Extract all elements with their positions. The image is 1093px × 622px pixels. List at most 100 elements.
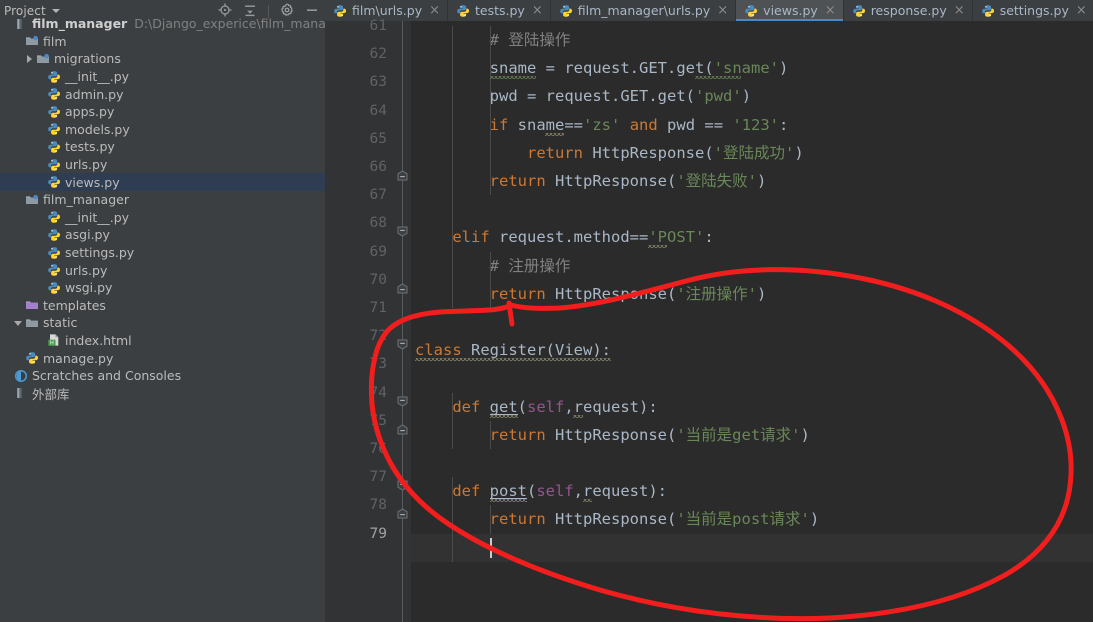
fold-start-icon[interactable] (397, 339, 408, 350)
fold-end-icon[interactable] (397, 283, 408, 294)
tree-twisty-placeholder (13, 300, 24, 311)
editor-tab-views-py[interactable]: views.py × (736, 0, 844, 21)
tree-twisty-placeholder (13, 194, 24, 205)
tree-item-views-py[interactable]: views.py (0, 173, 325, 191)
tree-item-label: settings.py (65, 245, 135, 261)
tree-item-asgi-py[interactable]: asgi.py (0, 226, 325, 244)
python-file-icon (47, 228, 61, 242)
tree-item-label: urls.py (65, 262, 108, 278)
editor-tab-film_manager-urls-py[interactable]: film_manager\urls.py × (551, 0, 737, 21)
tree-item-film[interactable]: film (0, 33, 325, 51)
tree-item-models-py[interactable]: models.py (0, 121, 325, 139)
python-file-icon (47, 140, 61, 154)
inspection-squiggle (573, 414, 583, 418)
tree-item-label: 外部库 (32, 386, 70, 402)
editor-tab-label: views.py (763, 3, 818, 18)
python-file-icon (47, 122, 61, 136)
tree-item-urls-py[interactable]: urls.py (0, 156, 325, 174)
close-icon[interactable]: × (825, 4, 836, 17)
line-number: 62 (369, 46, 387, 63)
tree-item---init---py[interactable]: __init__.py (0, 68, 325, 86)
fold-start-icon[interactable] (397, 226, 408, 237)
inspection-squiggle (582, 499, 593, 503)
code-content[interactable]: # 登陆操作 sname = request.GET.get('sname') … (411, 21, 1093, 622)
tree-item---init---py[interactable]: __init__.py (0, 209, 325, 227)
tree-item-migrations[interactable]: migrations (0, 50, 325, 68)
tree-item-label: templates (43, 297, 106, 313)
tree-item-urls-py[interactable]: urls.py (0, 261, 325, 279)
python-file-icon (25, 351, 39, 365)
python-file-icon (47, 210, 61, 224)
chevron-right-icon[interactable] (24, 53, 35, 64)
code-line[interactable]: pwd = request.GET.get('pwd') (415, 82, 751, 110)
module-icon (14, 17, 28, 31)
editor-gutter[interactable]: 61 62 63 64 65 66 67 68 69 70 71 72 73 74 75 76 77 78 79 (325, 18, 411, 622)
line-number: 75 (369, 412, 387, 429)
tree-twisty-placeholder (35, 229, 46, 240)
code-line[interactable]: if sname=='zs' and pwd == '123': (415, 111, 789, 139)
fold-start-icon[interactable] (397, 396, 408, 407)
tree-item-manage-py[interactable]: manage.py (0, 349, 325, 367)
tree-item-label: views.py (65, 174, 120, 190)
tree-item-label: admin.py (65, 86, 124, 102)
tree-item-label: asgi.py (65, 227, 110, 243)
close-icon[interactable]: × (1076, 4, 1087, 17)
tree-item-settings-py[interactable]: settings.py (0, 244, 325, 262)
tree-item-film-manager[interactable]: film_manager D:\Django_experice\film_mana… (0, 15, 325, 33)
tree-item-外部库[interactable]: 外部库 (0, 384, 325, 402)
code-line[interactable]: return HttpResponse('注册操作') (415, 280, 767, 308)
tree-twisty-placeholder (13, 36, 24, 47)
code-line[interactable]: # 注册操作 (415, 252, 571, 280)
fold-end-icon[interactable] (397, 170, 408, 181)
fold-start-icon[interactable] (397, 480, 408, 491)
indent-guide (489, 26, 491, 196)
inspection-squiggle (648, 245, 667, 249)
tree-item-label: __init__.py (65, 69, 130, 85)
close-icon[interactable]: × (429, 4, 440, 17)
python-file-icon (456, 4, 470, 18)
code-line[interactable]: elif request.method=='POST': (415, 223, 713, 251)
tree-item-tests-py[interactable]: tests.py (0, 138, 325, 156)
tree-item-admin-py[interactable]: admin.py (0, 85, 325, 103)
html-file-icon: H (47, 333, 61, 347)
close-icon[interactable]: × (532, 4, 543, 17)
editor-tab-settings-py[interactable]: settings.py × (973, 0, 1093, 21)
code-line[interactable]: return HttpResponse('登陆成功') (415, 139, 804, 167)
tree-item-scratches-and-consoles[interactable]: Scratches and Consoles (0, 367, 325, 385)
tree-twisty-placeholder (35, 141, 46, 152)
tree-twisty-placeholder (35, 265, 46, 276)
inspection-squiggle (489, 499, 527, 503)
editor-tab-bar[interactable]: film\urls.py × tests.py × film_manager\urls.… (325, 0, 1093, 21)
fold-end-icon[interactable] (397, 424, 408, 435)
python-file-icon (47, 175, 61, 189)
close-icon[interactable]: × (954, 4, 965, 17)
code-line[interactable]: return HttpResponse('登陆失败') (415, 167, 767, 195)
tree-item-index-html[interactable]: Hindex.html (0, 332, 325, 350)
tree-item-apps-py[interactable]: apps.py (0, 103, 325, 121)
tree-twisty-placeholder (35, 89, 46, 100)
editor-tab-tests-py[interactable]: tests.py × (448, 0, 551, 21)
tree-item-wsgi-py[interactable]: wsgi.py (0, 279, 325, 297)
tree-item-static[interactable]: static (0, 314, 325, 332)
editor-tab-response-py[interactable]: response.py × (844, 0, 973, 21)
code-line[interactable]: # 登陆操作 (415, 26, 571, 54)
fold-strip[interactable] (394, 21, 411, 622)
tree-item-templates[interactable]: templates (0, 297, 325, 315)
tree-twisty-placeholder (35, 124, 46, 135)
pycharm-ide-window: Project film_manager D:\Django_experice\… (0, 0, 1093, 622)
project-file-tree[interactable]: film_manager D:\Django_experice\film_mana… (0, 15, 325, 402)
tree-item-label: urls.py (65, 157, 108, 173)
editor-tab-label: tests.py (475, 3, 525, 18)
fold-end-icon[interactable] (397, 508, 408, 519)
tree-item-label: wsgi.py (65, 280, 113, 296)
tree-item-film-manager[interactable]: film_manager (0, 191, 325, 209)
code-line[interactable]: return HttpResponse('当前是get请求') (415, 421, 810, 449)
line-number: 65 (369, 130, 387, 147)
code-line[interactable]: return HttpResponse('当前是post请求') (415, 505, 820, 533)
chevron-down-icon[interactable] (13, 317, 24, 328)
python-file-icon (47, 158, 61, 172)
line-number: 78 (369, 497, 387, 514)
folder-source-icon (25, 34, 39, 48)
tree-item-label: apps.py (65, 104, 115, 120)
close-icon[interactable]: × (717, 4, 728, 17)
